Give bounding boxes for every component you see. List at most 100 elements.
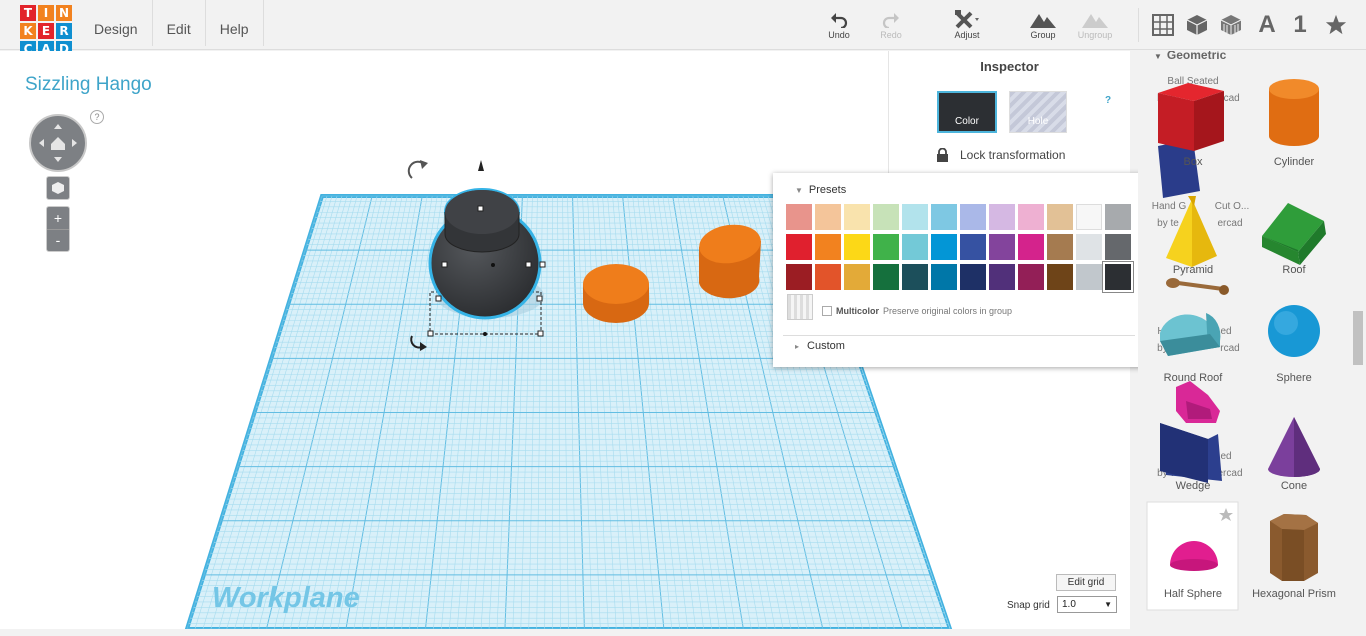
color-swatch[interactable] xyxy=(989,264,1015,290)
sphere-shape-icon[interactable] xyxy=(1268,305,1320,357)
wireframe-view-button[interactable] xyxy=(1218,10,1244,40)
color-swatch[interactable] xyxy=(1047,264,1073,290)
favorites-button[interactable] xyxy=(1322,10,1350,40)
color-swatch[interactable] xyxy=(1105,234,1131,260)
color-swatch[interactable] xyxy=(960,264,986,290)
color-swatch[interactable] xyxy=(1105,264,1131,290)
orange-disc-object[interactable] xyxy=(583,264,649,323)
top-bar: T I N K E R C A D Design Edit Help Undo … xyxy=(0,0,1366,57)
custom-header[interactable]: ▸ Custom xyxy=(795,340,845,352)
cylinder-shape-icon[interactable] xyxy=(1269,79,1319,146)
color-swatch[interactable] xyxy=(873,264,899,290)
color-swatch[interactable] xyxy=(815,264,841,290)
logo-letter: T xyxy=(20,5,36,21)
color-swatch[interactable] xyxy=(844,204,870,230)
menu-design[interactable]: Design xyxy=(80,0,152,46)
color-swatch[interactable] xyxy=(902,204,928,230)
undo-icon xyxy=(822,10,856,30)
zoom-controls: + - xyxy=(46,206,70,252)
color-swatch[interactable] xyxy=(844,264,870,290)
adjust-icon xyxy=(948,10,986,30)
cone-shape-icon[interactable] xyxy=(1268,417,1320,477)
sidebar-scrollbar[interactable] xyxy=(1350,51,1366,636)
scrollbar-thumb[interactable] xyxy=(1353,311,1363,365)
help-icon[interactable]: ? xyxy=(90,110,104,124)
inspector-help-icon[interactable]: ? xyxy=(1105,95,1111,106)
color-swatch[interactable] xyxy=(815,204,841,230)
ortho-view-button[interactable] xyxy=(46,176,70,200)
color-swatch[interactable] xyxy=(1076,264,1102,290)
lock-toggle[interactable]: Lock transformation xyxy=(936,148,1065,162)
color-swatch[interactable] xyxy=(873,204,899,230)
hexagonal-prism-shape-icon[interactable] xyxy=(1270,514,1318,581)
color-swatch[interactable] xyxy=(960,234,986,260)
roof-shape-icon[interactable] xyxy=(1262,203,1326,265)
multicolor-checkbox[interactable] xyxy=(822,306,832,316)
cube-solid-icon xyxy=(1186,15,1208,35)
round-roof-shape-icon[interactable] xyxy=(1160,313,1221,356)
undo-button[interactable]: Undo xyxy=(822,10,856,40)
color-button[interactable]: Color xyxy=(937,91,997,133)
color-swatch[interactable] xyxy=(1018,204,1044,230)
shape-label-wedge: Wedge xyxy=(1175,480,1211,492)
color-swatch[interactable] xyxy=(815,234,841,260)
presets-header[interactable]: ▼ Presets xyxy=(795,184,846,196)
color-swatch[interactable] xyxy=(873,234,899,260)
menu-help[interactable]: Help xyxy=(204,0,264,46)
main-menu: Design Edit Help xyxy=(80,0,264,46)
color-swatch[interactable] xyxy=(902,264,928,290)
shape-label-roof: Roof xyxy=(1282,264,1306,276)
color-swatch[interactable] xyxy=(1076,234,1102,260)
color-swatch[interactable] xyxy=(786,264,812,290)
group-button[interactable]: Group xyxy=(1024,10,1062,40)
color-swatch[interactable] xyxy=(786,204,812,230)
snap-grid-value: 1.0 xyxy=(1062,599,1076,610)
shape-label-half-sphere: Half Sphere xyxy=(1163,588,1223,600)
color-swatch[interactable] xyxy=(1018,264,1044,290)
box-shape-icon[interactable] xyxy=(1158,83,1224,198)
multicolor-option[interactable]: Multicolor Preserve original colors in g… xyxy=(822,306,1012,316)
color-swatch[interactable] xyxy=(931,264,957,290)
adjust-button[interactable]: Adjust xyxy=(948,10,986,40)
hole-button[interactable]: Hole xyxy=(1009,91,1067,133)
edit-grid-button[interactable]: Edit grid xyxy=(1056,574,1116,591)
color-picker-popup: ▼ Presets Multicolor Preserve original co… xyxy=(773,173,1144,367)
color-swatch[interactable] xyxy=(931,204,957,230)
color-swatch[interactable] xyxy=(902,234,928,260)
color-swatch[interactable] xyxy=(786,234,812,260)
view-navigator[interactable] xyxy=(29,114,87,172)
color-swatch[interactable] xyxy=(989,234,1015,260)
color-swatch[interactable] xyxy=(1076,204,1102,230)
logo-letter: K xyxy=(20,23,36,39)
menu-edit[interactable]: Edit xyxy=(151,0,205,46)
box-view-button[interactable] xyxy=(1184,10,1210,40)
grid-view-button[interactable] xyxy=(1150,10,1176,40)
shape-label-sphere: Sphere xyxy=(1276,372,1312,384)
redo-button[interactable]: Redo xyxy=(874,10,908,40)
snap-grid-select[interactable]: 1.0 ▼ xyxy=(1057,596,1117,613)
text-tool[interactable]: A xyxy=(1254,10,1280,40)
home-icon[interactable] xyxy=(51,137,65,150)
caret-down-icon: ▼ xyxy=(795,186,803,195)
cube-wire-icon xyxy=(1220,15,1242,35)
color-swatch[interactable] xyxy=(844,234,870,260)
zoom-out-button[interactable]: - xyxy=(47,229,69,251)
pyramid-shape-icon[interactable] xyxy=(1166,196,1217,267)
rotate-handle-icon[interactable] xyxy=(407,160,428,179)
color-swatch[interactable] xyxy=(1105,204,1131,230)
ungroup-button[interactable]: Ungroup xyxy=(1073,10,1117,40)
wedge-shape-icon[interactable] xyxy=(1160,423,1222,483)
snap-grid-label: Snap grid xyxy=(1007,600,1050,611)
presets-label: Presets xyxy=(808,184,847,196)
shape-label-cylinder: Cylinder xyxy=(1273,156,1315,168)
color-swatch[interactable] xyxy=(1018,234,1044,260)
color-swatch[interactable] xyxy=(989,204,1015,230)
color-swatch[interactable] xyxy=(1047,204,1073,230)
zoom-in-button[interactable]: + xyxy=(47,207,69,229)
color-swatch[interactable] xyxy=(960,204,986,230)
color-swatch[interactable] xyxy=(931,234,957,260)
number-tool[interactable]: 1 xyxy=(1287,10,1313,40)
color-swatch[interactable] xyxy=(1047,234,1073,260)
divider xyxy=(783,335,1135,336)
multicolor-swatch[interactable] xyxy=(787,294,813,320)
